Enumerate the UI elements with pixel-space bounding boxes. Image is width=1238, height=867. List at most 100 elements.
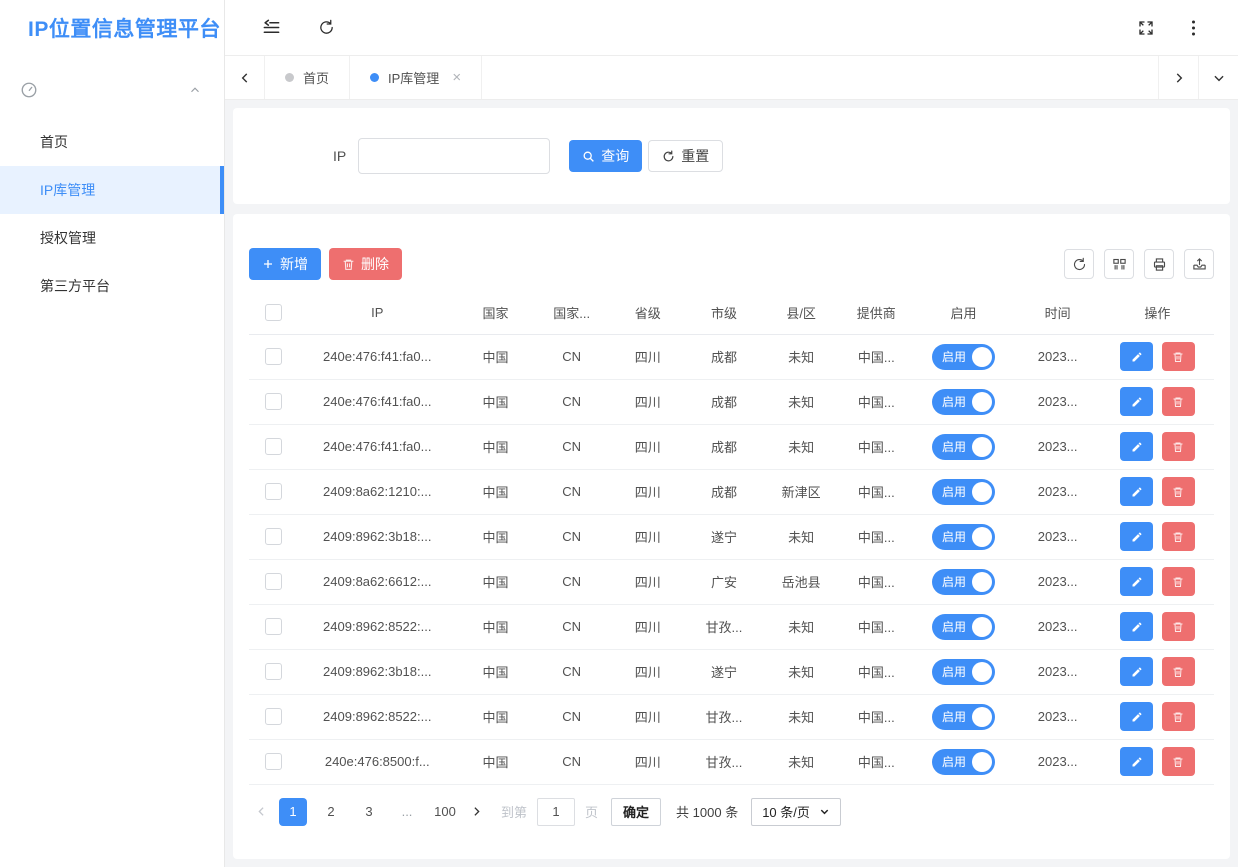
menu-group-header[interactable] xyxy=(0,70,224,110)
sidebar-item-home[interactable]: 首页 xyxy=(0,118,224,166)
next-page-button[interactable] xyxy=(464,805,489,818)
query-button[interactable]: 查询 xyxy=(569,140,642,172)
row-checkbox[interactable] xyxy=(265,393,282,410)
trash-icon xyxy=(1172,441,1184,453)
enable-toggle[interactable]: 启用 xyxy=(932,524,995,550)
table-header-row: IP 国家 国家... 省级 市级 县/区 提供商 启用 时间 操作 xyxy=(249,292,1214,334)
page-number-button[interactable]: 100 xyxy=(431,798,459,826)
reset-button[interactable]: 重置 xyxy=(648,140,723,172)
trash-icon xyxy=(1172,576,1184,588)
row-checkbox[interactable] xyxy=(265,573,282,590)
row-checkbox[interactable] xyxy=(265,663,282,680)
sidebar: IP位置信息管理平台 首页 IP库管理 授权管理 第三方平台 xyxy=(0,0,225,867)
delete-row-button[interactable] xyxy=(1162,567,1195,596)
column-header-province: 省级 xyxy=(610,292,686,334)
print-button[interactable] xyxy=(1144,249,1174,279)
cell-city: 成都 xyxy=(686,379,762,424)
sidebar-item-label: 授权管理 xyxy=(40,228,96,248)
edit-row-button[interactable] xyxy=(1120,387,1153,416)
enable-toggle[interactable]: 启用 xyxy=(932,659,995,685)
enable-toggle[interactable]: 启用 xyxy=(932,389,995,415)
enable-toggle[interactable]: 启用 xyxy=(932,704,995,730)
more-kebab-icon[interactable] xyxy=(1191,19,1196,37)
menu-fold-icon[interactable] xyxy=(262,18,281,37)
select-all-checkbox[interactable] xyxy=(265,304,282,321)
trash-icon xyxy=(1172,351,1184,363)
enable-toggle[interactable]: 启用 xyxy=(932,614,995,640)
tab-ip-library[interactable]: IP库管理 × xyxy=(350,56,482,99)
cell-county: 未知 xyxy=(762,604,840,649)
table-refresh-button[interactable] xyxy=(1064,249,1094,279)
tab-home[interactable]: 首页 xyxy=(265,56,350,99)
goto-confirm-button[interactable]: 确定 xyxy=(611,798,661,826)
row-checkbox[interactable] xyxy=(265,618,282,635)
edit-row-button[interactable] xyxy=(1120,612,1153,641)
delete-row-button[interactable] xyxy=(1162,387,1195,416)
tabs-scroll-left-button[interactable] xyxy=(225,56,265,99)
toggle-knob-icon xyxy=(972,482,992,502)
delete-row-button[interactable] xyxy=(1162,477,1195,506)
toggle-label: 启用 xyxy=(942,528,966,545)
prev-page-button[interactable] xyxy=(249,805,274,818)
cell-county: 未知 xyxy=(762,514,840,559)
delete-row-button[interactable] xyxy=(1162,432,1195,461)
delete-button[interactable]: 删除 xyxy=(329,248,402,280)
row-checkbox[interactable] xyxy=(265,528,282,545)
enable-toggle[interactable]: 启用 xyxy=(932,344,995,370)
sidebar-item-third-party[interactable]: 第三方平台 xyxy=(0,262,224,310)
delete-row-button[interactable] xyxy=(1162,702,1195,731)
row-checkbox[interactable] xyxy=(265,348,282,365)
edit-row-button[interactable] xyxy=(1120,522,1153,551)
page-number-button[interactable]: 2 xyxy=(317,798,345,826)
row-checkbox[interactable] xyxy=(265,708,282,725)
sidebar-item-ip-library[interactable]: IP库管理 xyxy=(0,166,224,214)
enable-toggle[interactable]: 启用 xyxy=(932,434,995,460)
page-suffix-label: 页 xyxy=(585,802,598,821)
delete-row-button[interactable] xyxy=(1162,747,1195,776)
cell-country-code: CN xyxy=(534,604,610,649)
sidebar-item-label: 第三方平台 xyxy=(40,276,110,296)
delete-row-button[interactable] xyxy=(1162,342,1195,371)
delete-row-button[interactable] xyxy=(1162,522,1195,551)
table-row: 240e:476:8500:f... 中国 CN 四川 甘孜... 未知 中国.… xyxy=(249,739,1214,784)
cell-provider: 中国... xyxy=(840,604,912,649)
column-settings-button[interactable] xyxy=(1104,249,1134,279)
cell-city: 成都 xyxy=(686,424,762,469)
trash-icon xyxy=(1172,531,1184,543)
row-checkbox[interactable] xyxy=(265,483,282,500)
cell-provider: 中国... xyxy=(840,379,912,424)
sidebar-item-authorization[interactable]: 授权管理 xyxy=(0,214,224,262)
toggle-knob-icon xyxy=(972,527,992,547)
add-button[interactable]: 新增 xyxy=(249,248,321,280)
delete-row-button[interactable] xyxy=(1162,657,1195,686)
fullscreen-icon[interactable] xyxy=(1138,20,1154,36)
enable-toggle[interactable]: 启用 xyxy=(932,569,995,595)
tab-close-icon[interactable]: × xyxy=(452,70,461,85)
edit-row-button[interactable] xyxy=(1120,477,1153,506)
page-number-button[interactable]: 1 xyxy=(279,798,307,826)
page-size-select[interactable]: 10 条/页 xyxy=(751,798,841,826)
ip-search-input[interactable] xyxy=(358,138,550,174)
tabs-menu-dropdown-button[interactable] xyxy=(1198,56,1238,99)
cell-ip: 240e:476:f41:fa0... xyxy=(297,424,457,469)
pencil-icon xyxy=(1131,351,1143,363)
delete-row-button[interactable] xyxy=(1162,612,1195,641)
refresh-icon[interactable] xyxy=(318,19,335,36)
tabs-scroll-right-button[interactable] xyxy=(1158,56,1198,99)
toggle-label: 启用 xyxy=(942,618,966,635)
edit-row-button[interactable] xyxy=(1120,657,1153,686)
tab-label: 首页 xyxy=(303,68,329,87)
row-checkbox[interactable] xyxy=(265,438,282,455)
edit-row-button[interactable] xyxy=(1120,342,1153,371)
enable-toggle[interactable]: 启用 xyxy=(932,479,995,505)
goto-page-input[interactable] xyxy=(537,798,575,826)
page-number-button[interactable]: 3 xyxy=(355,798,383,826)
toggle-knob-icon xyxy=(972,752,992,772)
edit-row-button[interactable] xyxy=(1120,702,1153,731)
row-checkbox[interactable] xyxy=(265,753,282,770)
export-button[interactable] xyxy=(1184,249,1214,279)
edit-row-button[interactable] xyxy=(1120,747,1153,776)
enable-toggle[interactable]: 启用 xyxy=(932,749,995,775)
edit-row-button[interactable] xyxy=(1120,432,1153,461)
edit-row-button[interactable] xyxy=(1120,567,1153,596)
